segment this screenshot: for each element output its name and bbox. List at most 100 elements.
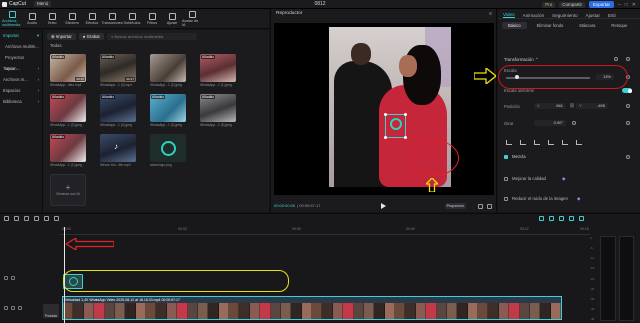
lock-icon[interactable] [4, 276, 8, 280]
main-video-clip[interactable]: Velocidad 1,4X WhatsApp Video 2025-08-12… [62, 296, 562, 320]
media-item[interactable]: + Generar con IA [50, 174, 86, 206]
resize-handle[interactable] [384, 136, 387, 139]
reset-icon[interactable] [614, 57, 618, 61]
sidebar-item-files[interactable]: Archivos m... › [0, 74, 42, 85]
tab-adjust[interactable]: Ajustar [586, 13, 600, 18]
blend-checkbox[interactable] [504, 155, 508, 159]
keyframe-icon[interactable] [626, 57, 630, 61]
tool-captions[interactable]: Subtítulos [122, 10, 142, 28]
media-thumbnail[interactable]: Añadido [150, 94, 186, 122]
search-input[interactable]: ⌕ Buscar archivos multimedia [106, 33, 197, 40]
rotate-dial-icon[interactable] [572, 121, 576, 125]
proportion-button[interactable]: Proporción [444, 203, 466, 209]
media-thumbnail[interactable]: Añadido [50, 94, 86, 122]
cover-button[interactable]: Portada [43, 304, 59, 318]
media-item[interactable]: steamlogo.png [150, 134, 186, 167]
position-y-field[interactable]: Y -495 [576, 103, 608, 109]
minimize-icon[interactable]: – [618, 2, 621, 8]
tool-text[interactable]: Texto [42, 10, 62, 28]
tool-audio[interactable]: Audio [22, 10, 42, 28]
import-button[interactable]: ⊕ Importar [47, 33, 76, 40]
keyframe-icon[interactable] [626, 155, 630, 159]
playhead[interactable] [64, 227, 65, 323]
zoom-in-icon[interactable] [579, 216, 584, 221]
media-item[interactable]: WhatsApp...1 (2).jpeg [150, 54, 186, 87]
media-thumbnail[interactable] [150, 54, 186, 82]
select-tool-icon[interactable] [4, 216, 9, 221]
tab-animation[interactable]: Animación [523, 13, 544, 18]
redo-icon[interactable] [24, 216, 29, 221]
mute-icon[interactable] [18, 306, 22, 310]
tab-style[interactable]: Esti [608, 13, 616, 18]
media-item[interactable]: Añadido WhatsApp...1 (5).jpeg [200, 94, 236, 127]
preview-axis-icon[interactable] [559, 216, 564, 221]
split-icon[interactable] [34, 216, 39, 221]
quality-checkbox[interactable] [504, 177, 508, 181]
media-thumbnail[interactable]: Añadido [200, 94, 236, 122]
sidebar-item-media[interactable]: Archivos multim... [0, 41, 42, 52]
pro-badge[interactable]: Pro [542, 1, 556, 8]
media-item[interactable]: Añadido WhatsApp...1 (1).jpeg [200, 54, 236, 87]
uniform-scale-toggle[interactable] [622, 88, 632, 93]
noise-checkbox[interactable] [504, 197, 508, 201]
position-x-field[interactable]: X 841 [534, 103, 566, 109]
generate-ai-tile[interactable]: + Generar con IA [50, 174, 86, 206]
keyframe-icon[interactable] [626, 121, 630, 125]
tool-filters[interactable]: Filtros [142, 10, 162, 28]
tab-video[interactable]: Video [503, 12, 515, 18]
export-button[interactable]: Exportar [588, 1, 614, 8]
record-button[interactable]: ● Grabar [78, 33, 104, 40]
media-item[interactable]: ♪ Wears You...Me.mp3 [100, 134, 136, 167]
media-thumbnail[interactable]: Añadido [200, 54, 236, 82]
align-center-icon[interactable] [520, 140, 526, 145]
tool-stickers[interactable]: Stickers [62, 10, 82, 28]
media-item[interactable]: Añadido WhatsApp...1 (2).jpeg [50, 94, 86, 127]
sidebar-item-yours[interactable]: Tuyos › [0, 63, 42, 74]
align-bottom-icon[interactable] [576, 140, 582, 145]
fullscreen-icon[interactable] [478, 204, 483, 209]
tool-media[interactable]: Archivos multimedia [2, 10, 22, 28]
video-canvas[interactable] [274, 23, 494, 195]
sidebar-item-subprojects[interactable]: Proyectos secun... [0, 52, 42, 71]
marker-icon[interactable] [54, 216, 59, 221]
subtab-basic[interactable]: Básico [502, 22, 527, 29]
logo-overlay-selection[interactable] [384, 113, 407, 139]
zoom-out-icon[interactable] [569, 216, 574, 221]
tool-transitions[interactable]: Transiciones [101, 10, 123, 28]
media-thumbnail[interactable]: Añadido [50, 134, 86, 162]
media-item[interactable]: Añadido 00:25 WhatsApp...ideo.mp4 [50, 54, 86, 87]
timeline-ruler[interactable]: 00:00 00:03 00:06 00:09 00:12 00:15 [60, 227, 590, 235]
media-thumbnail[interactable]: Añadido 00:25 [50, 54, 86, 82]
media-thumbnail[interactable]: Añadido 00:17 [100, 54, 136, 82]
magnet-icon[interactable] [539, 216, 544, 221]
delete-icon[interactable] [44, 216, 49, 221]
expand-icon[interactable] [487, 204, 492, 209]
sidebar-item-library[interactable]: Biblioteca › [0, 96, 42, 107]
resize-handle[interactable] [404, 113, 407, 116]
maximize-icon[interactable]: □ [625, 2, 628, 8]
link-icon[interactable]: ⛓ [569, 103, 575, 109]
media-thumbnail[interactable] [150, 134, 186, 162]
keyframe-icon[interactable] [626, 104, 630, 108]
link-clips-icon[interactable] [549, 216, 554, 221]
subtab-mask[interactable]: Máscara [573, 22, 601, 29]
tool-adjust[interactable]: Ajuste [162, 10, 182, 28]
align-right-icon[interactable] [534, 140, 540, 145]
eye-icon[interactable] [11, 276, 15, 280]
sidebar-item-import[interactable]: Importar ▾ [0, 30, 42, 41]
tool-effects[interactable]: Efectos [82, 10, 102, 28]
tool-ai-avatar[interactable]: Avatar de IA [182, 10, 202, 28]
more-menu-icon[interactable]: ≡ [489, 11, 492, 17]
undo-icon[interactable] [14, 216, 19, 221]
resize-handle[interactable] [404, 136, 407, 139]
rotate-field[interactable]: 0.00° [534, 120, 566, 126]
eye-icon[interactable] [11, 306, 15, 310]
align-left-icon[interactable] [506, 140, 512, 145]
sidebar-item-spaces[interactable]: Espacios › [0, 85, 42, 96]
subtab-remove-bg[interactable]: Eliminar fondo [531, 22, 570, 29]
media-item[interactable]: Añadido WhatsApp...1 (4).jpeg [150, 94, 186, 127]
lock-icon[interactable] [4, 306, 8, 310]
resize-handle[interactable] [384, 113, 387, 116]
close-icon[interactable]: ✕ [632, 2, 636, 8]
subtab-retouch[interactable]: Retoque [605, 22, 633, 29]
